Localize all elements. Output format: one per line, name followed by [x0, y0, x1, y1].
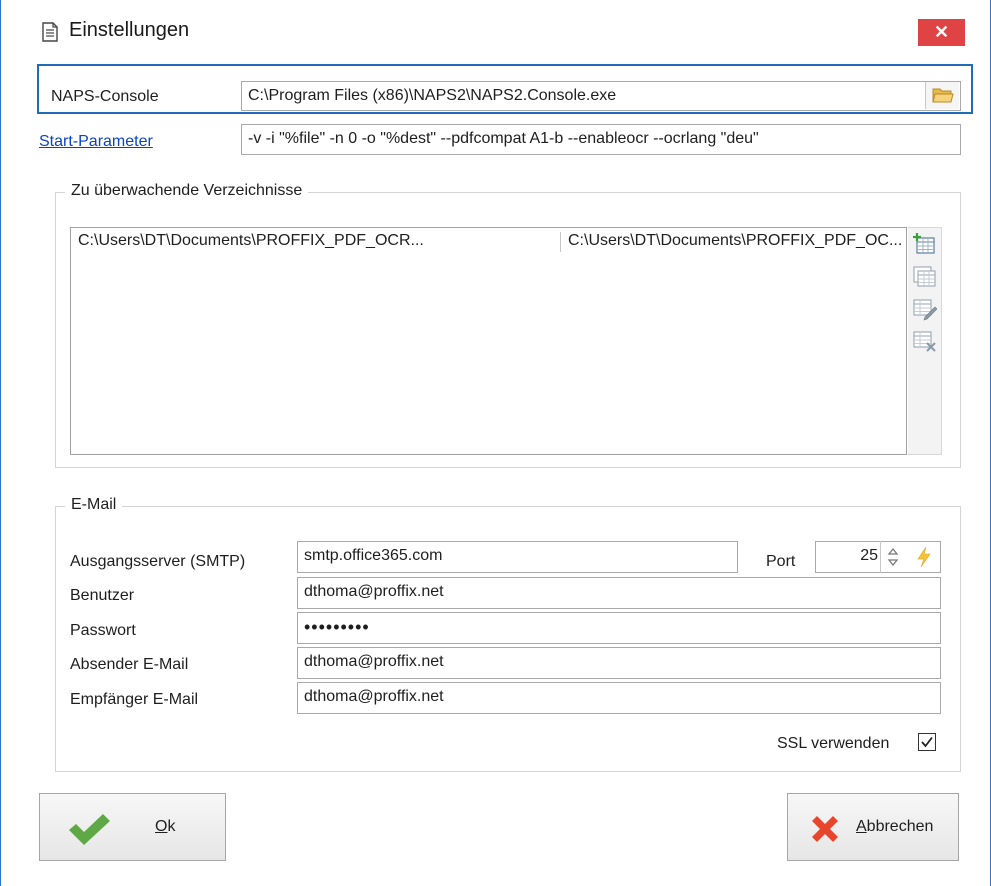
recipient-email-text: dthoma@proffix.net	[304, 688, 444, 705]
add-row-button[interactable]	[911, 231, 937, 257]
ok-checkmark-icon	[67, 812, 111, 851]
sender-email-input[interactable]: dthoma@proffix.net	[297, 647, 941, 679]
delete-row-icon	[911, 331, 937, 357]
close-icon: ✕	[933, 22, 950, 42]
ssl-label: SSL verwenden	[777, 735, 890, 752]
browse-folder-button[interactable]	[925, 82, 959, 109]
smtp-server-text: smtp.office365.com	[304, 547, 443, 564]
settings-dialog: Einstellungen ✕ NAPS-Console C:\Program …	[0, 0, 991, 886]
port-value: 25	[860, 547, 878, 564]
cancel-button[interactable]: Abbrechen	[787, 793, 959, 861]
x-icon	[808, 812, 842, 851]
start-parameter-text: -v -i "%file" -n 0 -o "%dest" --pdfcompa…	[248, 130, 759, 147]
source-directory-cell: C:\Users\DT\Documents\PROFFIX_PDF_OCR...	[78, 232, 424, 249]
ssl-checkbox[interactable]	[918, 733, 936, 751]
folder-icon	[932, 86, 954, 109]
recipient-email-input[interactable]: dthoma@proffix.net	[297, 682, 941, 714]
sender-label: Absender E-Mail	[70, 656, 189, 673]
directory-toolbar	[908, 227, 942, 455]
edit-row-icon	[911, 299, 938, 325]
checkmark-icon	[920, 735, 934, 754]
copy-row-button[interactable]	[911, 263, 937, 289]
close-button[interactable]: ✕	[918, 19, 965, 46]
document-icon	[41, 22, 59, 42]
smtp-server-input[interactable]: smtp.office365.com	[297, 541, 738, 573]
recipient-label: Empfänger E-Mail	[70, 691, 199, 708]
ok-button[interactable]: Ok	[39, 793, 226, 861]
email-group-title: E-Mail	[65, 496, 123, 514]
delete-row-button[interactable]	[911, 327, 937, 353]
window-title: Einstellungen	[69, 19, 190, 41]
user-text: dthoma@proffix.net	[304, 583, 444, 600]
directories-list[interactable]: C:\Users\DT\Documents\PROFFIX_PDF_OCR...…	[70, 227, 907, 455]
start-parameter-link[interactable]: Start-Parameter	[39, 133, 153, 151]
title-bar: Einstellungen ✕	[1, 0, 990, 64]
start-parameter-input[interactable]: -v -i "%file" -n 0 -o "%dest" --pdfcompa…	[241, 124, 961, 155]
password-input[interactable]: •••••••••	[297, 612, 941, 644]
naps-console-path-input[interactable]: C:\Program Files (x86)\NAPS2\NAPS2.Conso…	[241, 81, 961, 111]
naps-console-label: NAPS-Console	[51, 88, 159, 105]
directories-group-title: Zu überwachende Verzeichnisse	[65, 182, 309, 200]
naps-console-path-text: C:\Program Files (x86)\NAPS2\NAPS2.Conso…	[248, 87, 617, 104]
lightning-icon	[915, 546, 933, 573]
port-label: Port	[766, 553, 796, 570]
list-item[interactable]: C:\Users\DT\Documents\PROFFIX_PDF_OCR...…	[71, 228, 906, 256]
ok-label: Ok	[155, 818, 176, 835]
spin-up-down-icon	[885, 544, 901, 575]
user-label: Benutzer	[70, 587, 135, 604]
password-label: Passwort	[70, 622, 136, 639]
user-input[interactable]: dthoma@proffix.net	[297, 577, 941, 609]
test-connection-button[interactable]	[907, 541, 941, 573]
cancel-label: Abbrechen	[856, 818, 934, 835]
port-spinner[interactable]	[880, 541, 904, 573]
sender-email-text: dthoma@proffix.net	[304, 653, 444, 670]
copy-row-icon	[911, 266, 937, 293]
password-text: •••••••••	[304, 617, 370, 637]
target-directory-cell: C:\Users\DT\Documents\PROFFIX_PDF_OC...	[568, 232, 903, 249]
add-row-icon	[911, 233, 937, 261]
edit-row-button[interactable]	[911, 295, 938, 321]
smtp-label: Ausgangsserver (SMTP)	[70, 553, 246, 570]
